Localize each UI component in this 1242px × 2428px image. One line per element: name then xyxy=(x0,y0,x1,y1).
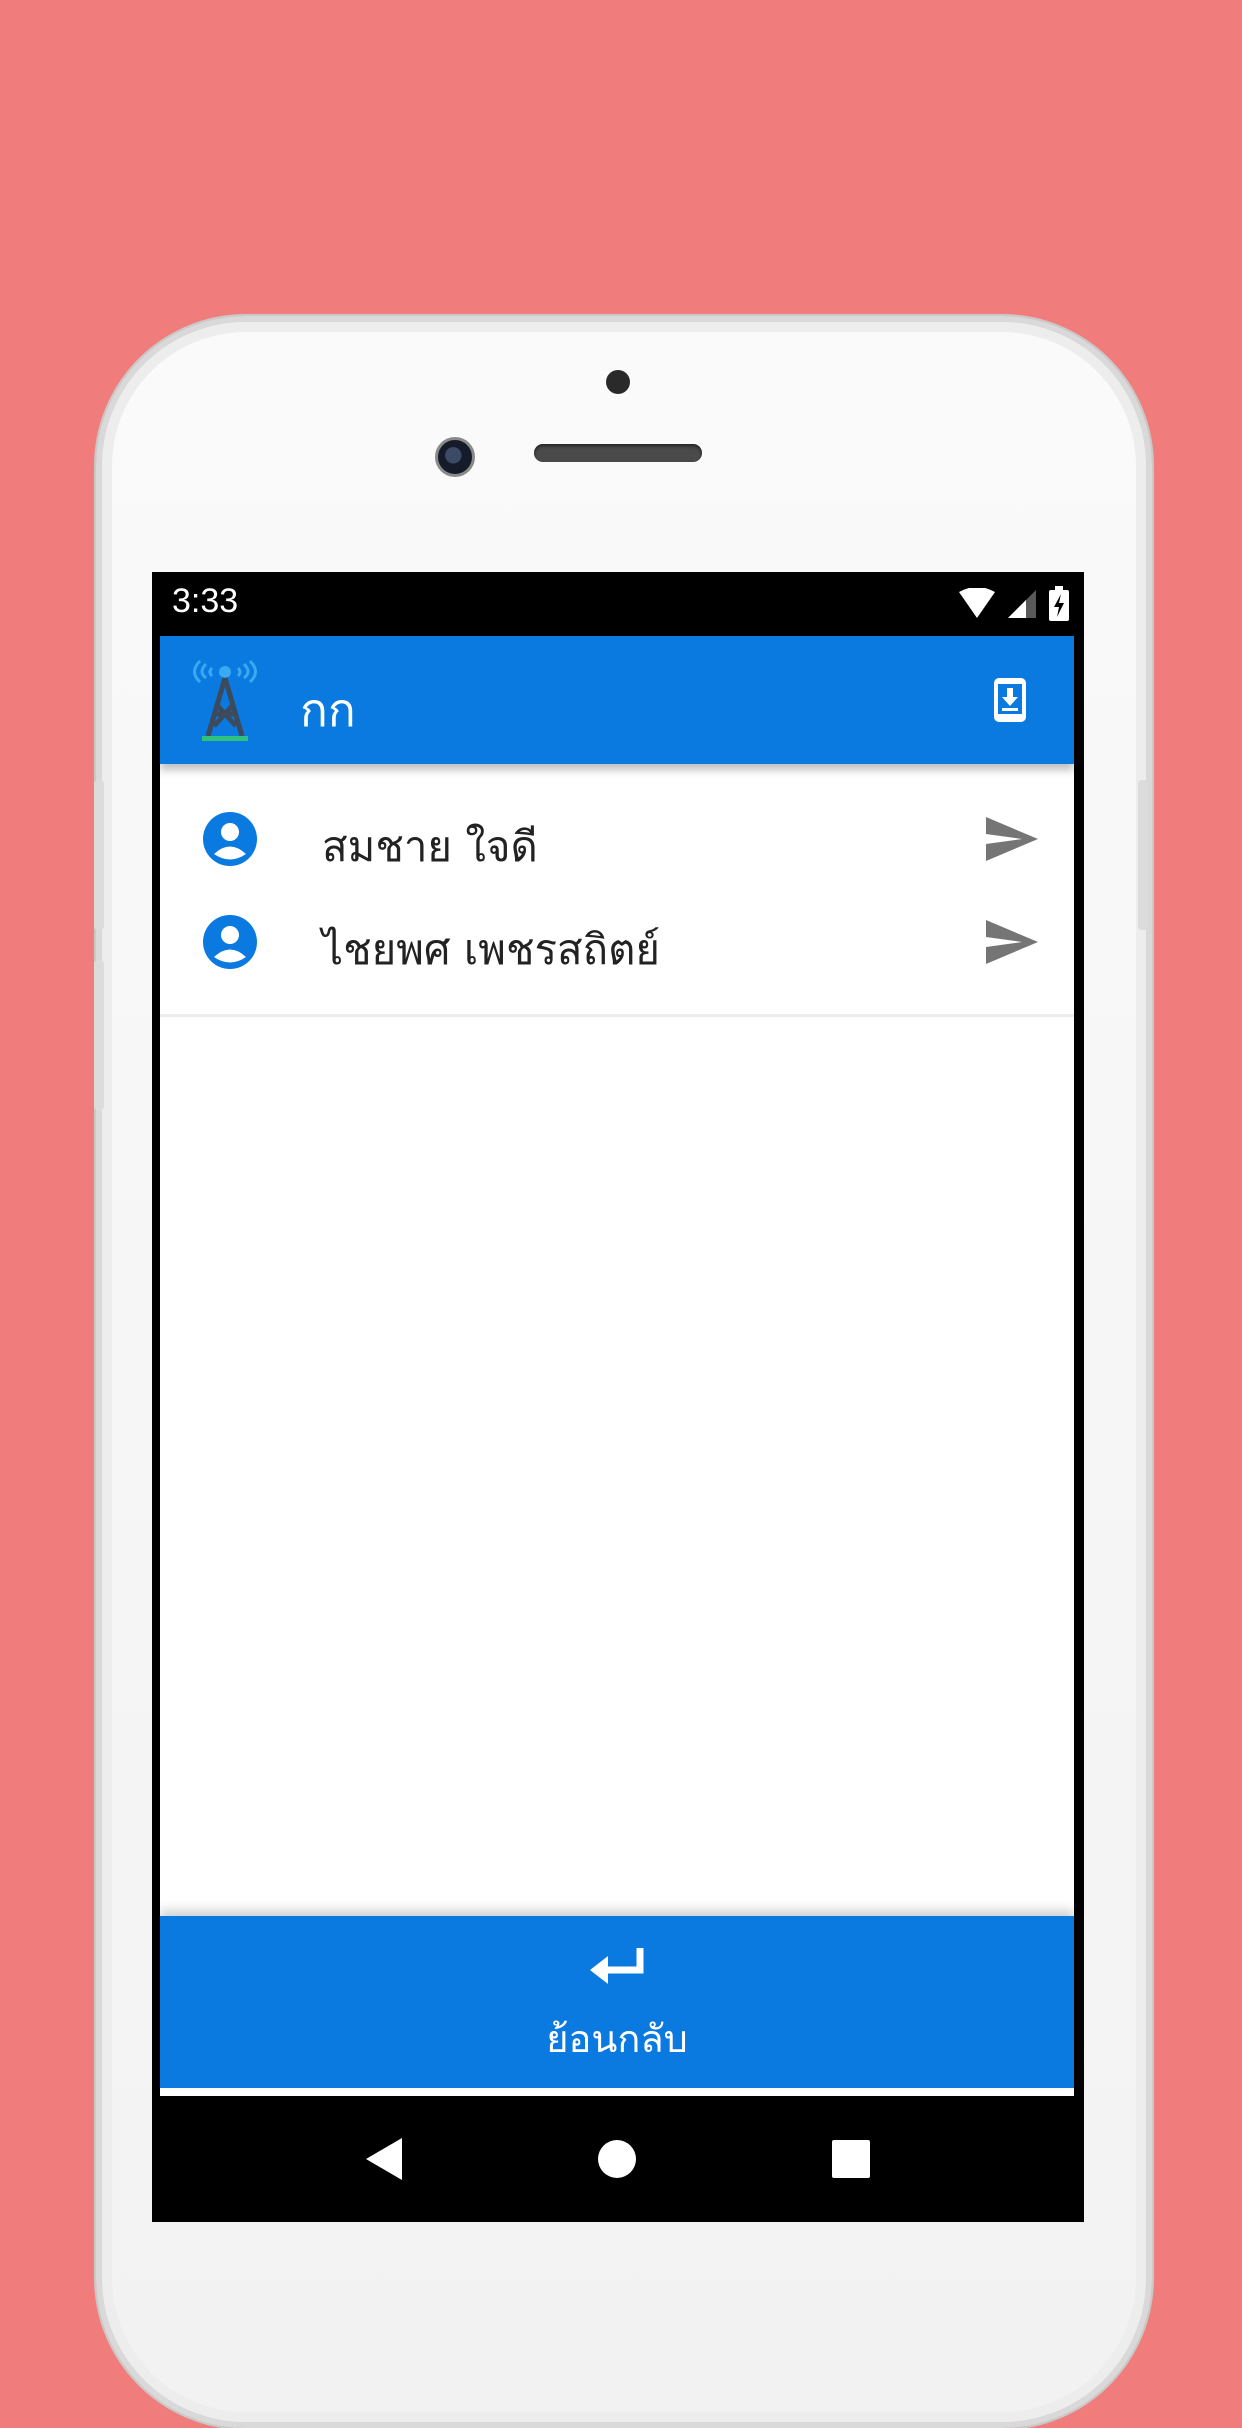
power-button xyxy=(1138,780,1148,930)
system-nav-bar xyxy=(152,2096,1084,2222)
contact-row[interactable]: สมชาย ใจดี xyxy=(160,789,1074,891)
front-camera xyxy=(435,437,475,477)
status-bar: 3:33 xyxy=(152,572,1084,636)
back-label: ย้อนกลับ xyxy=(546,2017,688,2061)
send-icon[interactable] xyxy=(984,918,1040,966)
phone-screen: 3:33 กก สมชาย ใจดี ไชยพศ เพชรสถิตย์ ย้อน… xyxy=(152,572,1084,2222)
contact-name: ไชยพศ เพชรสถิตย์ xyxy=(322,925,660,974)
nav-back-icon[interactable] xyxy=(364,2136,404,2182)
status-icons xyxy=(958,586,1070,622)
send-icon[interactable] xyxy=(984,815,1040,863)
phone-download-icon[interactable] xyxy=(986,676,1034,724)
contact-name: สมชาย ใจดี xyxy=(322,822,538,871)
proximity-sensor xyxy=(606,370,630,394)
back-button[interactable]: ย้อนกลับ xyxy=(160,1916,1074,2088)
return-arrow-icon xyxy=(590,1948,644,1984)
contact-list: สมชาย ใจดี ไชยพศ เพชรสถิตย์ xyxy=(160,764,1074,1017)
toolbar-title: กก xyxy=(300,683,356,737)
app-toolbar: กก xyxy=(160,636,1074,764)
contact-row[interactable]: ไชยพศ เพชรสถิตย์ xyxy=(160,892,1074,994)
app-content: กก สมชาย ใจดี ไชยพศ เพชรสถิตย์ ย้อนกลับ xyxy=(160,636,1074,2096)
volume-down-button xyxy=(94,960,104,1110)
cellular-signal-icon xyxy=(1008,590,1036,618)
account-circle-icon xyxy=(203,812,257,866)
signal-tower-icon xyxy=(193,660,257,741)
volume-up-button xyxy=(94,780,104,930)
wifi-icon xyxy=(959,588,995,618)
account-circle-icon xyxy=(203,915,257,969)
earpiece-speaker xyxy=(534,444,702,462)
battery-charging-icon xyxy=(1049,586,1069,621)
status-time: 3:33 xyxy=(172,582,239,620)
nav-recent-apps-icon[interactable] xyxy=(832,2140,870,2178)
nav-home-icon[interactable] xyxy=(598,2140,636,2178)
